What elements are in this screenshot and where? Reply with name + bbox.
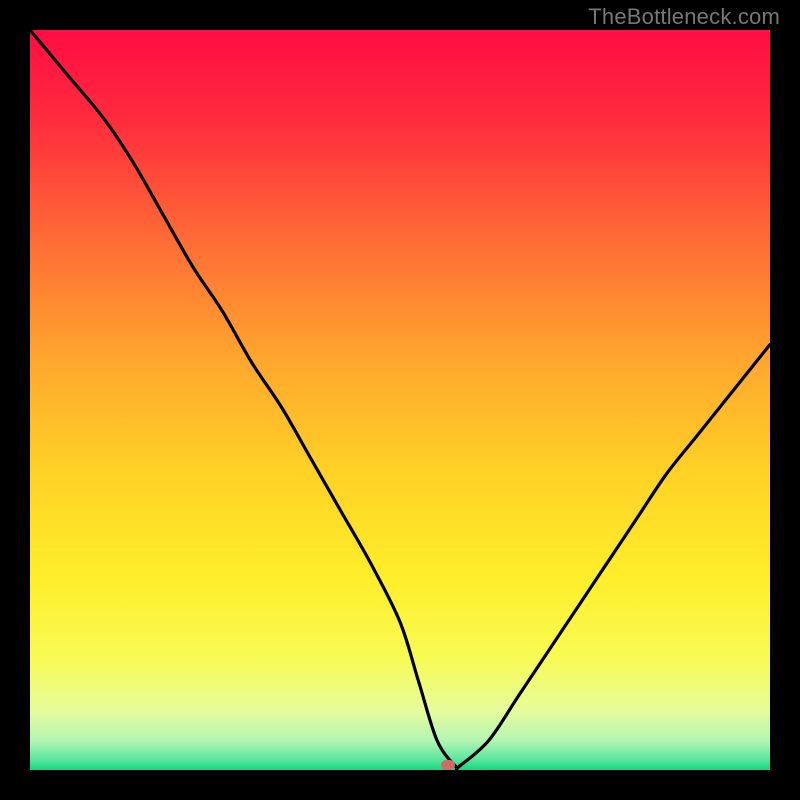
watermark-text: TheBottleneck.com <box>588 4 780 30</box>
minimum-marker-icon <box>441 760 455 770</box>
chart-frame: TheBottleneck.com <box>0 0 800 800</box>
bottleneck-curve <box>30 30 770 770</box>
plot-area <box>30 30 770 770</box>
